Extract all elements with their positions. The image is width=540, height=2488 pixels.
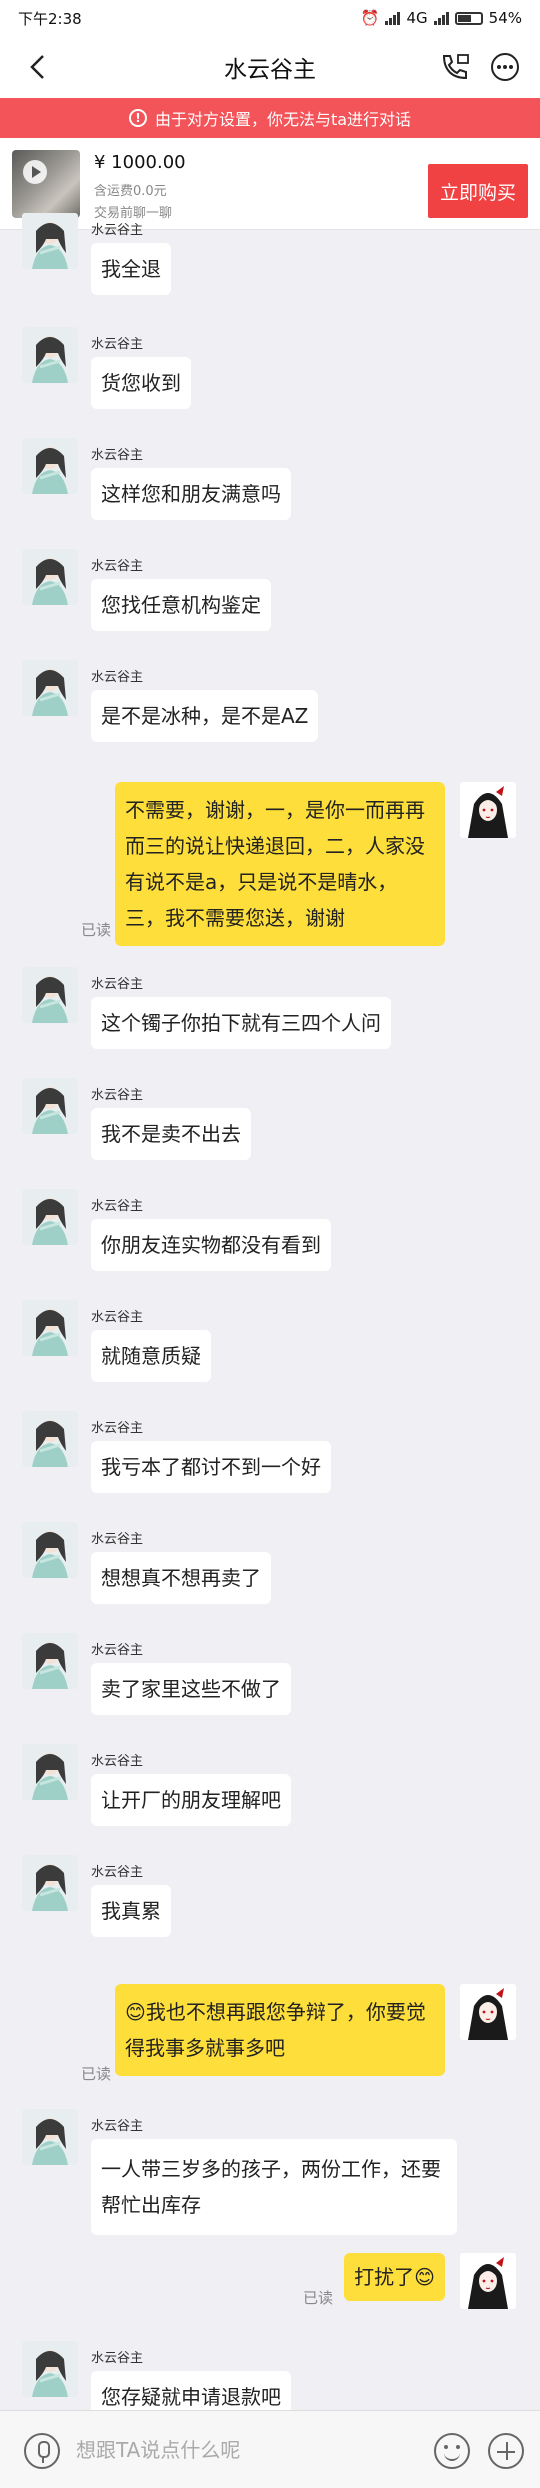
sender-name: 水云谷主 bbox=[91, 559, 144, 574]
product-card[interactable]: ¥ 1000.00 含运费0.0元 交易前聊一聊 立即购买 bbox=[0, 138, 540, 230]
emoji-icon[interactable] bbox=[434, 2433, 470, 2469]
read-receipt: 已读 bbox=[303, 2289, 334, 2307]
status-icons: ⏰ 4G 54% bbox=[361, 9, 522, 27]
status-bar: 下午2:38 ⏰ 4G 54% bbox=[0, 0, 540, 36]
self-avatar[interactable] bbox=[460, 1984, 516, 2040]
message-bubble[interactable]: 你朋友连实物都没有看到 bbox=[91, 1219, 331, 1271]
message-bubble[interactable]: 我亏本了都讨不到一个好 bbox=[91, 1441, 331, 1493]
banner-text: 由于对方设置，你无法与ta进行对话 bbox=[154, 110, 412, 129]
signal-icon-2 bbox=[433, 11, 449, 25]
sender-name: 水云谷主 bbox=[91, 1754, 144, 1769]
message-bubble[interactable]: 一人带三岁多的孩子，两份工作，还要帮忙出库存 bbox=[91, 2139, 457, 2235]
self-avatar[interactable] bbox=[460, 2253, 516, 2309]
phone-icon[interactable] bbox=[438, 52, 470, 82]
self-avatar[interactable] bbox=[460, 782, 516, 838]
message-bubble[interactable]: 想想真不想再卖了 bbox=[91, 1552, 271, 1604]
sender-name: 水云谷主 bbox=[91, 1865, 144, 1880]
avatar[interactable] bbox=[22, 967, 78, 1023]
sender-name: 水云谷主 bbox=[91, 1532, 144, 1547]
sender-name: 水云谷主 bbox=[91, 223, 144, 238]
product-shipping: 含运费0.0元 bbox=[94, 184, 167, 199]
message-bubble[interactable]: 就随意质疑 bbox=[91, 1330, 211, 1382]
sender-name: 水云谷主 bbox=[91, 1199, 144, 1214]
message-bubble-outgoing[interactable]: 打扰了😊 bbox=[344, 2253, 445, 2301]
buy-now-button[interactable]: 立即购买 bbox=[428, 164, 528, 218]
plus-icon[interactable] bbox=[488, 2433, 524, 2469]
network-label: 4G bbox=[406, 9, 428, 27]
message-bubble[interactable]: 您找任意机构鉴定 bbox=[91, 579, 271, 631]
message-bubble[interactable]: 卖了家里这些不做了 bbox=[91, 1663, 291, 1715]
microphone-icon[interactable] bbox=[24, 2433, 60, 2469]
info-icon: ! bbox=[128, 109, 147, 127]
avatar[interactable] bbox=[22, 1522, 78, 1578]
warning-banner: ! 由于对方设置，你无法与ta进行对话 bbox=[0, 98, 540, 138]
avatar[interactable] bbox=[22, 327, 78, 383]
avatar[interactable] bbox=[22, 2341, 78, 2397]
avatar[interactable] bbox=[22, 1300, 78, 1356]
message-input[interactable] bbox=[76, 2429, 416, 2471]
sender-name: 水云谷主 bbox=[91, 670, 144, 685]
message-bubble[interactable]: 是不是冰种，是不是AZ bbox=[91, 690, 319, 742]
message-bubble[interactable]: 货您收到 bbox=[91, 357, 191, 409]
avatar[interactable] bbox=[22, 1189, 78, 1245]
message-bubble[interactable]: 这个镯子你拍下就有三四个人问 bbox=[91, 997, 391, 1049]
read-receipt: 已读 bbox=[81, 2065, 112, 2083]
signal-icon bbox=[385, 11, 401, 25]
avatar[interactable] bbox=[22, 660, 78, 716]
message-bubble-outgoing[interactable]: 😊我也不想再跟您争辩了，你要觉得我事多就事多吧 bbox=[115, 1984, 445, 2076]
product-thumbnail[interactable] bbox=[12, 150, 80, 218]
nav-bar: 水云谷主 bbox=[0, 36, 540, 98]
message-bubble-outgoing[interactable]: 不需要，谢谢，一，是你一而再再而三的说让快递退回，二，人家没有说不是a，只是说不… bbox=[115, 782, 445, 946]
avatar[interactable] bbox=[22, 1855, 78, 1911]
avatar[interactable] bbox=[22, 2109, 78, 2165]
avatar[interactable] bbox=[22, 1633, 78, 1689]
message-bubble[interactable]: 我全退 bbox=[91, 243, 171, 295]
message-bubble[interactable]: 这样您和朋友满意吗 bbox=[91, 468, 291, 520]
input-bar bbox=[0, 2410, 540, 2488]
battery-icon bbox=[454, 11, 483, 25]
status-time: 下午2:38 bbox=[18, 9, 82, 28]
sender-name: 水云谷主 bbox=[91, 2351, 144, 2366]
sender-name: 水云谷主 bbox=[91, 1310, 144, 1325]
page-title: 水云谷主 bbox=[224, 57, 316, 83]
battery-level: 54% bbox=[488, 9, 522, 27]
avatar[interactable] bbox=[22, 1078, 78, 1134]
avatar[interactable] bbox=[22, 1744, 78, 1800]
sender-name: 水云谷主 bbox=[91, 448, 144, 463]
message-bubble[interactable]: 我不是卖不出去 bbox=[91, 1108, 251, 1160]
sender-name: 水云谷主 bbox=[91, 2119, 144, 2134]
avatar[interactable] bbox=[22, 1411, 78, 1467]
alarm-icon: ⏰ bbox=[360, 9, 380, 27]
avatar[interactable] bbox=[22, 213, 78, 269]
sender-name: 水云谷主 bbox=[91, 1643, 144, 1658]
read-receipt: 已读 bbox=[81, 921, 112, 939]
avatar[interactable] bbox=[22, 438, 78, 494]
product-price: ¥ 1000.00 bbox=[94, 152, 186, 173]
message-bubble[interactable]: 我真累 bbox=[91, 1885, 171, 1937]
sender-name: 水云谷主 bbox=[91, 1088, 144, 1103]
sender-name: 水云谷主 bbox=[91, 1421, 144, 1436]
more-icon[interactable] bbox=[490, 52, 520, 82]
avatar[interactable] bbox=[22, 549, 78, 605]
play-icon bbox=[23, 160, 47, 184]
message-bubble[interactable]: 让开厂的朋友理解吧 bbox=[91, 1774, 291, 1826]
sender-name: 水云谷主 bbox=[91, 977, 144, 992]
sender-name: 水云谷主 bbox=[91, 337, 144, 352]
back-icon[interactable] bbox=[24, 52, 54, 82]
